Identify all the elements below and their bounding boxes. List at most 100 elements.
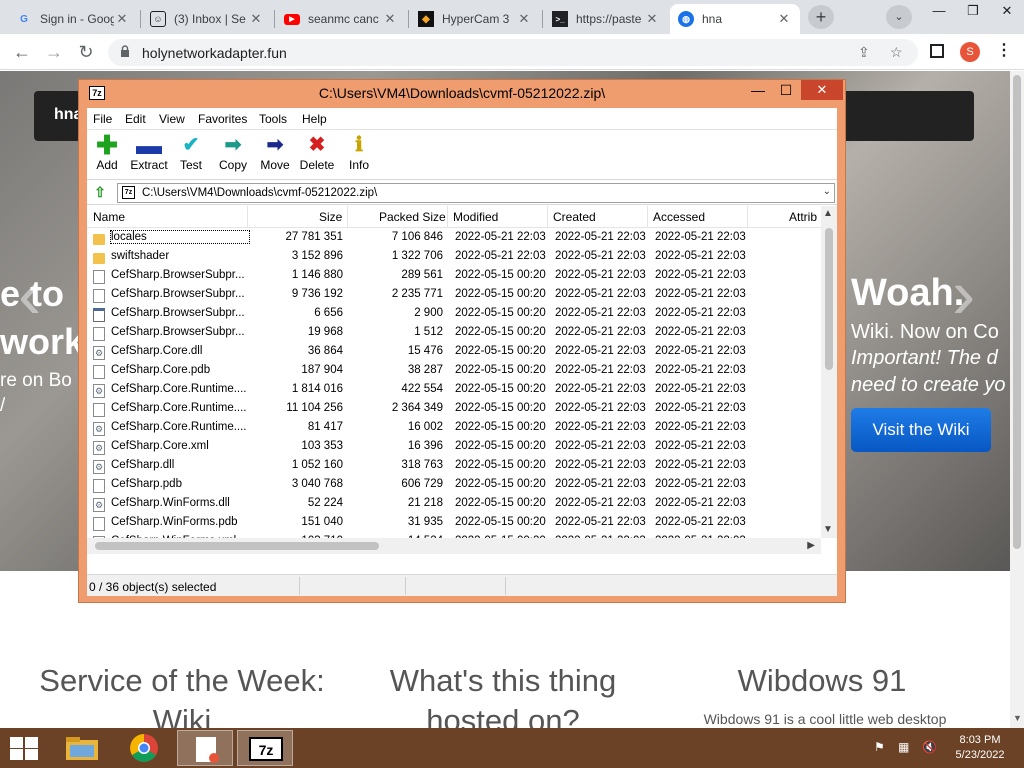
column-divider[interactable] (447, 206, 448, 228)
file-created: 2022-05-21 22:03 (555, 440, 646, 452)
close-icon[interactable]: ✕ (644, 11, 660, 27)
file-row[interactable]: CefSharp.Core.Runtime.... 81 417 16 002 202… (87, 419, 819, 438)
minimize-button[interactable]: — (743, 80, 773, 100)
file-row[interactable]: CefSharp.dll 1 052 160 318 763 2022-05-15 0… (87, 457, 819, 476)
file-row[interactable]: CefSharp.BrowserSubpr... 19 968 1 512 2022-… (87, 324, 819, 343)
file-row[interactable]: CefSharp.Core.pdb 187 904 38 287 2022-05-15… (87, 362, 819, 381)
column-accessed[interactable]: Accessed (653, 210, 705, 224)
copy-button[interactable]: ➡ Copy (210, 134, 256, 172)
path-combobox[interactable]: 7z C:\Users\VM4\Downloads\cvmf-05212022.… (117, 183, 835, 203)
horizontal-scrollbar[interactable]: ▶ (87, 538, 821, 554)
column-created[interactable]: Created (553, 210, 596, 224)
test-button[interactable]: ✔ Test (168, 134, 214, 172)
file-row[interactable]: locales 27 781 351 7 106 846 2022-05-21 22:… (87, 229, 819, 248)
file-row[interactable]: CefSharp.Core.xml 103 353 16 396 2022-05-15… (87, 438, 819, 457)
move-button[interactable]: ➡ Move (252, 134, 298, 172)
close-button[interactable]: ✕ (801, 80, 843, 100)
extract-button[interactable]: ▬ Extract (126, 132, 172, 172)
scroll-down-icon[interactable]: ▼ (823, 524, 833, 535)
close-icon[interactable]: ✕ (382, 11, 398, 27)
reload-button[interactable]: ↻ (74, 40, 98, 64)
maximize-button[interactable]: ☐ (771, 80, 801, 100)
menu-edit[interactable]: Edit (125, 112, 146, 126)
start-button[interactable] (8, 736, 38, 760)
share-icon[interactable]: ⇪ (858, 44, 870, 61)
network-icon[interactable]: ▦ (898, 740, 909, 754)
column-modified[interactable]: Modified (453, 210, 498, 224)
close-icon[interactable]: ✕ (114, 11, 130, 27)
column-attrib[interactable]: Attrib (789, 210, 817, 224)
sevenzip-titlebar[interactable]: 7z C:\Users\VM4\Downloads\cvmf-05212022.… (79, 80, 845, 108)
file-row[interactable]: CefSharp.pdb 3 040 768 606 729 2022-05-15 0… (87, 476, 819, 495)
scroll-down-icon[interactable]: ▼ (1013, 713, 1022, 723)
menu-view[interactable]: View (159, 112, 185, 126)
column-divider[interactable] (647, 206, 648, 228)
tab-hna[interactable]: ◍ hna ✕ (670, 4, 800, 34)
delete-button[interactable]: ✖ Delete (294, 134, 340, 172)
menu-help[interactable]: Help (302, 112, 327, 126)
clock[interactable]: 8:03 PM 5/23/2022 (950, 733, 1010, 763)
lock-icon (121, 45, 129, 57)
column-divider[interactable] (247, 206, 248, 228)
tab-youtube[interactable]: ▶ seanmc canc ✕ (276, 4, 406, 34)
file-name: CefSharp.Core.Runtime.... (111, 383, 247, 395)
close-icon[interactable]: ✕ (776, 11, 792, 27)
chevron-down-icon[interactable]: ⌄ (823, 186, 831, 197)
tab-search-button[interactable]: ⌄ (886, 5, 912, 29)
menu-tools[interactable]: Tools (259, 112, 287, 126)
volume-muted-icon[interactable]: 🔇 (922, 740, 937, 754)
up-folder-icon[interactable]: ⇧ (91, 184, 109, 202)
minimize-button[interactable]: — (922, 0, 956, 34)
taskbar-7zip[interactable]: 7z (237, 730, 293, 766)
file-row[interactable]: CefSharp.BrowserSubpr... 9 736 192 2 235 7… (87, 286, 819, 305)
bookmark-star-icon[interactable]: ☆ (890, 44, 903, 61)
scrollbar-thumb[interactable] (825, 228, 833, 370)
file-row[interactable]: swiftshader 3 152 896 1 322 706 2022-05-21 … (87, 248, 819, 267)
file-row[interactable]: CefSharp.Core.Runtime.... 11 104 256 2 364… (87, 400, 819, 419)
taskbar-file-explorer[interactable] (54, 730, 110, 766)
menu-file[interactable]: File (93, 112, 112, 126)
close-icon[interactable]: ✕ (516, 11, 532, 27)
close-button[interactable]: ✕ (990, 0, 1024, 34)
column-packed-size[interactable]: Packed Size (379, 210, 446, 224)
menu-favorites[interactable]: Favorites (198, 112, 247, 126)
tab-paste[interactable]: >_ https://paste ✕ (544, 4, 668, 34)
page-scrollbar[interactable]: ▼ (1010, 71, 1024, 729)
forward-button[interactable]: → (42, 40, 66, 64)
profile-avatar[interactable]: S (960, 42, 980, 62)
carousel-prev-icon[interactable]: ‹ (18, 259, 41, 329)
taskbar-document-app[interactable] (177, 730, 233, 766)
side-panel-icon[interactable] (930, 44, 944, 58)
tab-google-signin[interactable]: G Sign in - Google ✕ (8, 4, 138, 34)
address-bar[interactable]: holynetworkadapter.fun ⇪ ☆ (108, 39, 918, 66)
column-name[interactable]: Name (93, 210, 125, 224)
file-row[interactable]: CefSharp.Core.Runtime.... 1 814 016 422 55… (87, 381, 819, 400)
scrollbar-thumb[interactable] (1013, 75, 1021, 549)
add-button[interactable]: ✚ Add (84, 132, 130, 172)
browser-menu-icon[interactable]: ⋮ (996, 40, 1012, 60)
scrollbar-thumb[interactable] (95, 542, 379, 550)
restore-button[interactable]: ❐ (956, 0, 990, 34)
file-row[interactable]: CefSharp.Core.dll 36 864 15 476 2022-05-15 … (87, 343, 819, 362)
column-divider[interactable] (747, 206, 748, 228)
visit-wiki-button[interactable]: Visit the Wiki (851, 408, 991, 452)
info-button[interactable]: ℹ Info (336, 134, 382, 172)
flag-icon[interactable]: ⚑ (874, 740, 885, 754)
close-icon[interactable]: ✕ (248, 11, 264, 27)
taskbar-chrome[interactable] (116, 730, 172, 766)
tab-inbox[interactable]: ☺ (3) Inbox | Se ✕ (142, 4, 272, 34)
back-button[interactable]: ← (10, 40, 34, 64)
file-row[interactable]: CefSharp.BrowserSubpr... 1 146 880 289 561… (87, 267, 819, 286)
column-divider[interactable] (347, 206, 348, 228)
file-row[interactable]: CefSharp.BrowserSubpr... 6 656 2 900 2022-0… (87, 305, 819, 324)
file-row[interactable]: CefSharp.WinForms.dll 52 224 21 218 2022-05… (87, 495, 819, 514)
scroll-right-icon[interactable]: ▶ (807, 540, 815, 551)
file-name: CefSharp.BrowserSubpr... (111, 269, 245, 281)
vertical-scrollbar[interactable]: ▲ ▼ (821, 206, 837, 538)
file-row[interactable]: CefSharp.WinForms.pdb 151 040 31 935 2022-0… (87, 514, 819, 533)
scroll-up-icon[interactable]: ▲ (823, 208, 833, 219)
new-tab-button[interactable]: + (808, 5, 834, 29)
tab-hypercam[interactable]: ◆ HyperCam 3 ✕ (410, 4, 540, 34)
column-divider[interactable] (547, 206, 548, 228)
column-size[interactable]: Size (319, 210, 342, 224)
